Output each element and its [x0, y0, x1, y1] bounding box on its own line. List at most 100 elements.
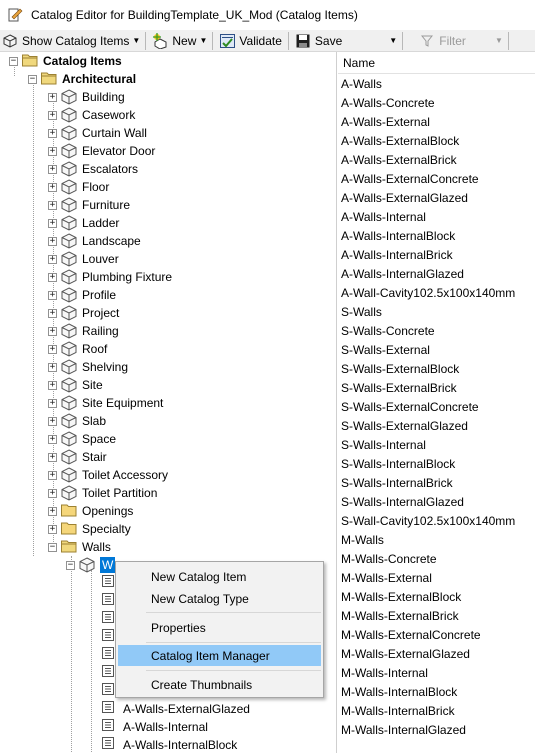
tree-node-category[interactable]: + Profile — [48, 286, 116, 304]
list-item[interactable]: S-Walls-ExternalBlock — [338, 359, 535, 378]
new-button[interactable]: New — [150, 30, 198, 52]
list-item[interactable]: M-Walls-InternalBlock — [338, 682, 535, 701]
tree-node-category[interactable]: + Railing — [48, 322, 119, 340]
tree-node-architectural[interactable]: − Architectural — [28, 70, 136, 88]
tree-node-folder[interactable]: − Walls — [48, 538, 111, 556]
tree-node-category[interactable]: + Space — [48, 430, 116, 448]
list-item[interactable]: A-Walls-ExternalBlock — [338, 131, 535, 150]
list-item[interactable]: M-Walls-ExternalBrick — [338, 606, 535, 625]
collapse-toggle-icon[interactable]: − — [28, 74, 37, 84]
list-item[interactable]: A-Walls-External — [338, 112, 535, 131]
expand-toggle-icon[interactable]: + — [48, 362, 57, 372]
list-item[interactable]: S-Wall-Cavity102.5x100x140mm — [338, 511, 535, 530]
tree-node-folder[interactable]: + Specialty — [48, 520, 131, 538]
save-dropdown-arrow[interactable]: ▼ — [388, 30, 398, 52]
expand-toggle-icon[interactable]: + — [48, 398, 57, 408]
tree-node-category[interactable]: + Curtain Wall — [48, 124, 147, 142]
tree-node-category[interactable]: + Slab — [48, 412, 106, 430]
tree-node-category[interactable]: + Ladder — [48, 214, 119, 232]
tree-root-node[interactable]: − Catalog Items — [9, 52, 122, 70]
tree-node-category[interactable]: + Site — [48, 376, 103, 394]
menu-item-create-thumbnails[interactable]: Create Thumbnails — [118, 674, 321, 695]
tree-node-category[interactable]: + Louver — [48, 250, 119, 268]
list-item[interactable]: A-Walls-ExternalGlazed — [338, 188, 535, 207]
tree-node-selected-style[interactable]: − W — [66, 556, 116, 574]
list-item[interactable]: S-Walls-Concrete — [338, 321, 535, 340]
list-item[interactable]: A-Wall-Cavity102.5x100x140mm — [338, 283, 535, 302]
list-item[interactable]: M-Walls-InternalGlazed — [338, 720, 535, 739]
list-item[interactable]: M-Walls-ExternalConcrete — [338, 625, 535, 644]
tree-node-category[interactable]: + Plumbing Fixture — [48, 268, 172, 286]
expand-toggle-icon[interactable]: + — [48, 146, 57, 156]
show-catalog-items-button[interactable]: Show Catalog Items — [0, 30, 131, 52]
list-item[interactable]: A-Walls — [338, 74, 535, 93]
expand-toggle-icon[interactable]: + — [48, 506, 57, 516]
expand-toggle-icon[interactable]: + — [48, 272, 57, 282]
list-item[interactable]: S-Walls-External — [338, 340, 535, 359]
expand-toggle-icon[interactable]: + — [48, 254, 57, 264]
collapse-toggle-icon[interactable]: − — [9, 56, 18, 66]
show-dropdown-arrow[interactable]: ▼ — [131, 30, 141, 52]
collapse-toggle-icon[interactable]: − — [48, 542, 57, 552]
expand-toggle-icon[interactable]: + — [48, 452, 57, 462]
list-item[interactable]: A-Walls-InternalBrick — [338, 245, 535, 264]
list-item[interactable]: M-Walls-Internal — [338, 663, 535, 682]
list-item[interactable]: A-Walls-InternalBlock — [338, 226, 535, 245]
expand-toggle-icon[interactable]: + — [48, 488, 57, 498]
list-item[interactable]: M-Walls — [338, 530, 535, 549]
list-item[interactable]: M-Walls-Concrete — [338, 549, 535, 568]
list-item[interactable]: S-Walls-InternalBlock — [338, 454, 535, 473]
collapse-toggle-icon[interactable]: − — [66, 560, 75, 570]
list-item[interactable]: M-Walls-External — [338, 568, 535, 587]
tree-node-category[interactable]: + Project — [48, 304, 119, 322]
menu-item-properties[interactable]: Properties — [118, 617, 321, 638]
tree-node-folder[interactable]: + Openings — [48, 502, 133, 520]
tree-node-category[interactable]: + Building — [48, 88, 125, 106]
list-item[interactable]: A-Walls-ExternalBrick — [338, 150, 535, 169]
expand-toggle-icon[interactable]: + — [48, 344, 57, 354]
tree-node-category[interactable]: + Floor — [48, 178, 109, 196]
list-item[interactable]: S-Walls-ExternalGlazed — [338, 416, 535, 435]
list-item[interactable]: A-Walls-InternalGlazed — [338, 264, 535, 283]
list-item[interactable]: S-Walls-Internal — [338, 435, 535, 454]
expand-toggle-icon[interactable]: + — [48, 200, 57, 210]
expand-toggle-icon[interactable]: + — [48, 524, 57, 534]
tree-node-category[interactable]: + Elevator Door — [48, 142, 155, 160]
tree-node-child-item[interactable]: A-Walls-InternalBlock — [86, 736, 237, 753]
expand-toggle-icon[interactable]: + — [48, 470, 57, 480]
expand-toggle-icon[interactable]: + — [48, 236, 57, 246]
expand-toggle-icon[interactable]: + — [48, 110, 57, 120]
menu-item-new-catalog-item[interactable]: New Catalog Item — [118, 566, 321, 587]
name-column-header[interactable]: Name — [338, 52, 535, 74]
expand-toggle-icon[interactable]: + — [48, 380, 57, 390]
expand-toggle-icon[interactable]: + — [48, 416, 57, 426]
menu-item-catalog-item-manager[interactable]: Catalog Item Manager — [118, 645, 321, 666]
tree-node-category[interactable]: + Stair — [48, 448, 107, 466]
list-item[interactable]: S-Walls-InternalBrick — [338, 473, 535, 492]
list-item[interactable]: A-Walls-Internal — [338, 207, 535, 226]
list-item[interactable]: S-Walls-InternalGlazed — [338, 492, 535, 511]
expand-toggle-icon[interactable]: + — [48, 182, 57, 192]
expand-toggle-icon[interactable]: + — [48, 218, 57, 228]
list-item[interactable]: S-Walls — [338, 302, 535, 321]
expand-toggle-icon[interactable]: + — [48, 290, 57, 300]
tree-node-category[interactable]: + Shelving — [48, 358, 128, 376]
tree-node-child-item[interactable]: A-Walls-ExternalGlazed — [86, 700, 250, 718]
tree-node-category[interactable]: + Toilet Accessory — [48, 466, 168, 484]
tree-node-category[interactable]: + Site Equipment — [48, 394, 163, 412]
new-dropdown-arrow[interactable]: ▼ — [198, 30, 208, 52]
expand-toggle-icon[interactable]: + — [48, 326, 57, 336]
list-item[interactable]: S-Walls-ExternalBrick — [338, 378, 535, 397]
expand-toggle-icon[interactable]: + — [48, 434, 57, 444]
list-item[interactable]: A-Walls-ExternalConcrete — [338, 169, 535, 188]
catalog-item-list[interactable]: Name A-Walls A-Walls-Concrete A-Walls-Exte… — [338, 52, 535, 753]
expand-toggle-icon[interactable]: + — [48, 164, 57, 174]
save-button[interactable]: Save — [293, 30, 344, 52]
tree-node-category[interactable]: + Roof — [48, 340, 107, 358]
validate-button[interactable]: Validate — [217, 30, 283, 52]
list-item[interactable]: S-Walls-ExternalConcrete — [338, 397, 535, 416]
menu-item-new-catalog-type[interactable]: New Catalog Type — [118, 588, 321, 609]
tree-node-child-item[interactable]: A-Walls-Internal — [86, 718, 208, 736]
tree-node-category[interactable]: + Furniture — [48, 196, 130, 214]
expand-toggle-icon[interactable]: + — [48, 92, 57, 102]
